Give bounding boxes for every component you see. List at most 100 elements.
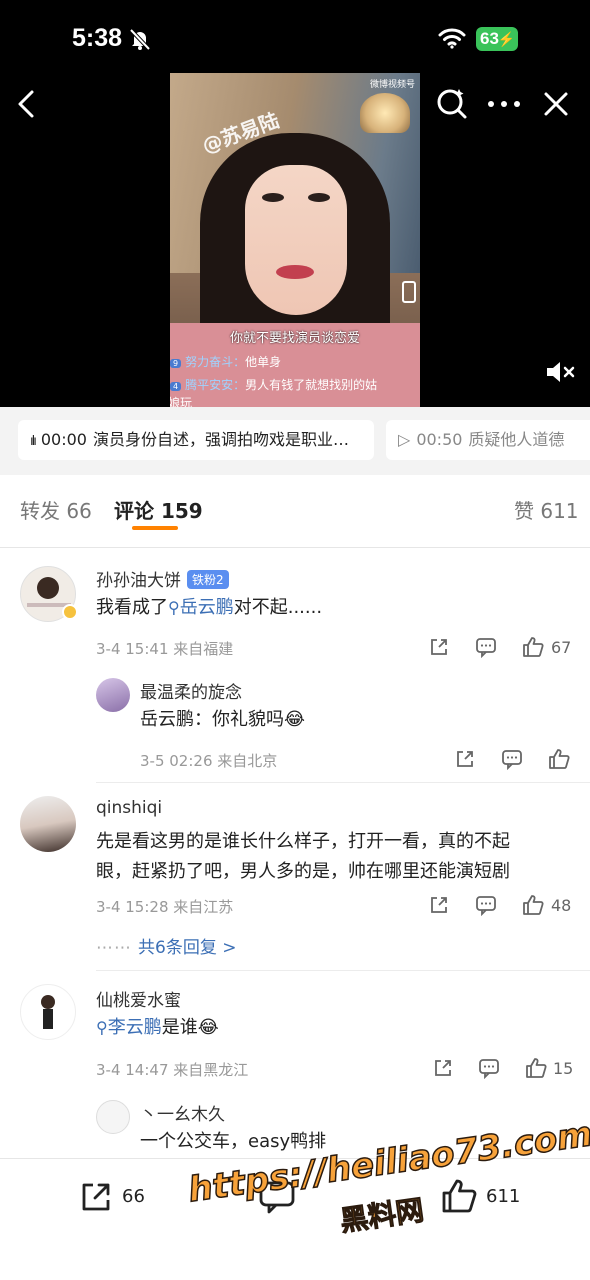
- reply-meta: 3-5 02:26 来自北京: [140, 752, 278, 770]
- chapter-time: 00:00: [40, 430, 87, 449]
- avatar[interactable]: [96, 678, 130, 712]
- danmu-text: 他单身: [245, 355, 282, 369]
- danmu-level: 4: [170, 382, 182, 391]
- share-icon[interactable]: [428, 894, 450, 916]
- person-eye-left: [262, 193, 284, 202]
- like-count: 67: [551, 638, 572, 657]
- danmu-user: 努力奋斗：: [185, 355, 246, 369]
- avatar[interactable]: [20, 796, 76, 852]
- danmu-item: 娘玩: [170, 394, 192, 407]
- topic-link[interactable]: ⚲李云鹏: [96, 1017, 162, 1038]
- comment-author[interactable]: 仙桃爱水蜜: [96, 986, 181, 1011]
- video-subtitle: 你就不要找演员谈恋爱: [229, 331, 360, 346]
- reply-text: 一个公交车，easy鸭排: [140, 1131, 327, 1152]
- phone-icon: [402, 281, 416, 303]
- verified-badge-icon: [62, 604, 78, 620]
- topic-label: 岳云鹏: [179, 597, 234, 618]
- replies-dots: ⋯⋯: [96, 938, 132, 958]
- like-count: 611: [486, 1186, 521, 1207]
- bell-off-icon: [129, 28, 151, 51]
- forward-count: 66: [122, 1186, 145, 1207]
- wifi-icon: [438, 28, 466, 49]
- reply-author[interactable]: 最温柔的旋念: [140, 678, 242, 703]
- comment-text-post: 是谁: [161, 1017, 198, 1038]
- person-lips: [276, 265, 314, 279]
- lamp-graphic: [360, 93, 410, 133]
- like-icon[interactable]: [522, 636, 544, 658]
- tab-bar: 转发 66 评论 159 赞 611: [0, 475, 590, 537]
- mute-icon[interactable]: [544, 358, 576, 386]
- share-icon[interactable]: [432, 1057, 454, 1079]
- comment-text: ⚲李云鹏是谁😂: [96, 1012, 219, 1044]
- divider: [0, 547, 590, 548]
- comment-icon[interactable]: [258, 1179, 296, 1215]
- charging-icon: ⚡: [497, 31, 515, 47]
- danmu-text: 娘玩: [170, 396, 193, 407]
- search-icon: ⚲: [96, 1018, 108, 1037]
- replies-label: 共6条回复 >: [138, 938, 237, 958]
- danmu-level: 9: [170, 359, 182, 368]
- comment-text: 眼，赶紧扔了吧，男人多的是，帅在哪里还能演短剧: [96, 861, 510, 882]
- battery-indicator: 63 ⚡: [476, 27, 518, 51]
- person-eye-right: [308, 193, 330, 202]
- share-icon[interactable]: [428, 636, 450, 658]
- laugh-emoji: 😂: [284, 709, 306, 730]
- comment-meta: 3-4 15:41 来自福建: [96, 640, 234, 658]
- comment-text: 我看成了⚲岳云鹏对不起......: [96, 592, 322, 624]
- chapter-text: 质疑他人道德: [468, 430, 565, 449]
- tab-forward[interactable]: 转发 66: [20, 495, 92, 524]
- topic-link[interactable]: ⚲岳云鹏: [168, 597, 234, 618]
- search-icon[interactable]: [436, 86, 468, 120]
- chapter-item[interactable]: ılı 00:00 演员身份自述，强调拍吻戏是职业…: [18, 420, 374, 460]
- danmu-item: 4 腾平安安：男人有钱了就想找别的姑: [170, 376, 377, 393]
- danmu-user: 腾平安安：: [185, 378, 246, 392]
- tab-like[interactable]: 赞 611: [514, 495, 579, 524]
- more-options-icon[interactable]: [486, 98, 522, 110]
- tab-comment[interactable]: 评论 159: [114, 495, 203, 524]
- share-icon[interactable]: [78, 1179, 114, 1215]
- danmu-text: 男人有钱了就想找别的姑: [245, 378, 378, 392]
- author-name: 孙孙油大饼: [96, 571, 181, 591]
- video-player[interactable]: 5:38 63 ⚡ @苏易陆 微博视频号 你就不要找演员谈恋爱 9 努力奋斗：他…: [0, 0, 590, 407]
- chapter-text: 演员身份自述，强调拍吻戏是职业…: [92, 430, 349, 449]
- like-icon[interactable]: [522, 894, 544, 916]
- comment-icon[interactable]: [501, 748, 523, 770]
- fan-badge: 铁粉2: [187, 570, 229, 589]
- comment-author[interactable]: 孙孙油大饼 铁粉2: [96, 566, 229, 591]
- view-replies-link[interactable]: ⋯⋯ 共6条回复 >: [96, 933, 236, 958]
- video-source-mark: 微博视频号: [370, 80, 416, 90]
- reply-text: 岳云鹏：你礼貌吗😂: [140, 704, 305, 736]
- share-icon[interactable]: [454, 748, 476, 770]
- like-count: 15: [553, 1059, 574, 1078]
- comment-text-post: 对不起......: [233, 597, 323, 618]
- back-button[interactable]: [12, 86, 44, 122]
- chapter-item[interactable]: ▷ 00:50 质疑他人道德: [386, 420, 590, 460]
- status-bar: 5:38 63 ⚡: [0, 0, 590, 80]
- like-icon[interactable]: [525, 1057, 547, 1079]
- close-icon[interactable]: [542, 90, 570, 118]
- topic-label: 李云鹏: [107, 1017, 162, 1038]
- divider: [96, 970, 590, 971]
- comment-meta: 3-4 15:28 来自江苏: [96, 898, 234, 916]
- like-icon[interactable]: [548, 748, 570, 770]
- reply-author[interactable]: 丶一幺木久: [140, 1100, 225, 1125]
- avatar[interactable]: [20, 984, 76, 1040]
- like-count: 48: [551, 896, 572, 915]
- comment-icon[interactable]: [475, 894, 497, 916]
- comment-icon[interactable]: [478, 1057, 500, 1079]
- video-frame[interactable]: @苏易陆 微博视频号 你就不要找演员谈恋爱 9 努力奋斗：他单身 4 腾平安安：男人…: [170, 73, 420, 407]
- like-icon[interactable]: [440, 1177, 478, 1215]
- avatar[interactable]: [96, 1100, 130, 1134]
- comment-icon[interactable]: [475, 636, 497, 658]
- laugh-emoji: 😂: [197, 1017, 219, 1038]
- tab-active-indicator: [132, 526, 178, 530]
- status-time: 5:38: [72, 24, 123, 52]
- chapter-time: 00:50: [416, 430, 463, 449]
- comment-text-pre: 我看成了: [96, 597, 168, 618]
- battery-level: 63: [480, 29, 499, 48]
- comment-author[interactable]: qinshiqi: [96, 798, 162, 818]
- comment-meta: 3-4 14:47 来自黑龙江: [96, 1061, 249, 1079]
- search-icon: ⚲: [168, 598, 180, 617]
- play-icon: ▷: [398, 430, 411, 449]
- danmu-item: 9 努力奋斗：他单身: [170, 353, 281, 370]
